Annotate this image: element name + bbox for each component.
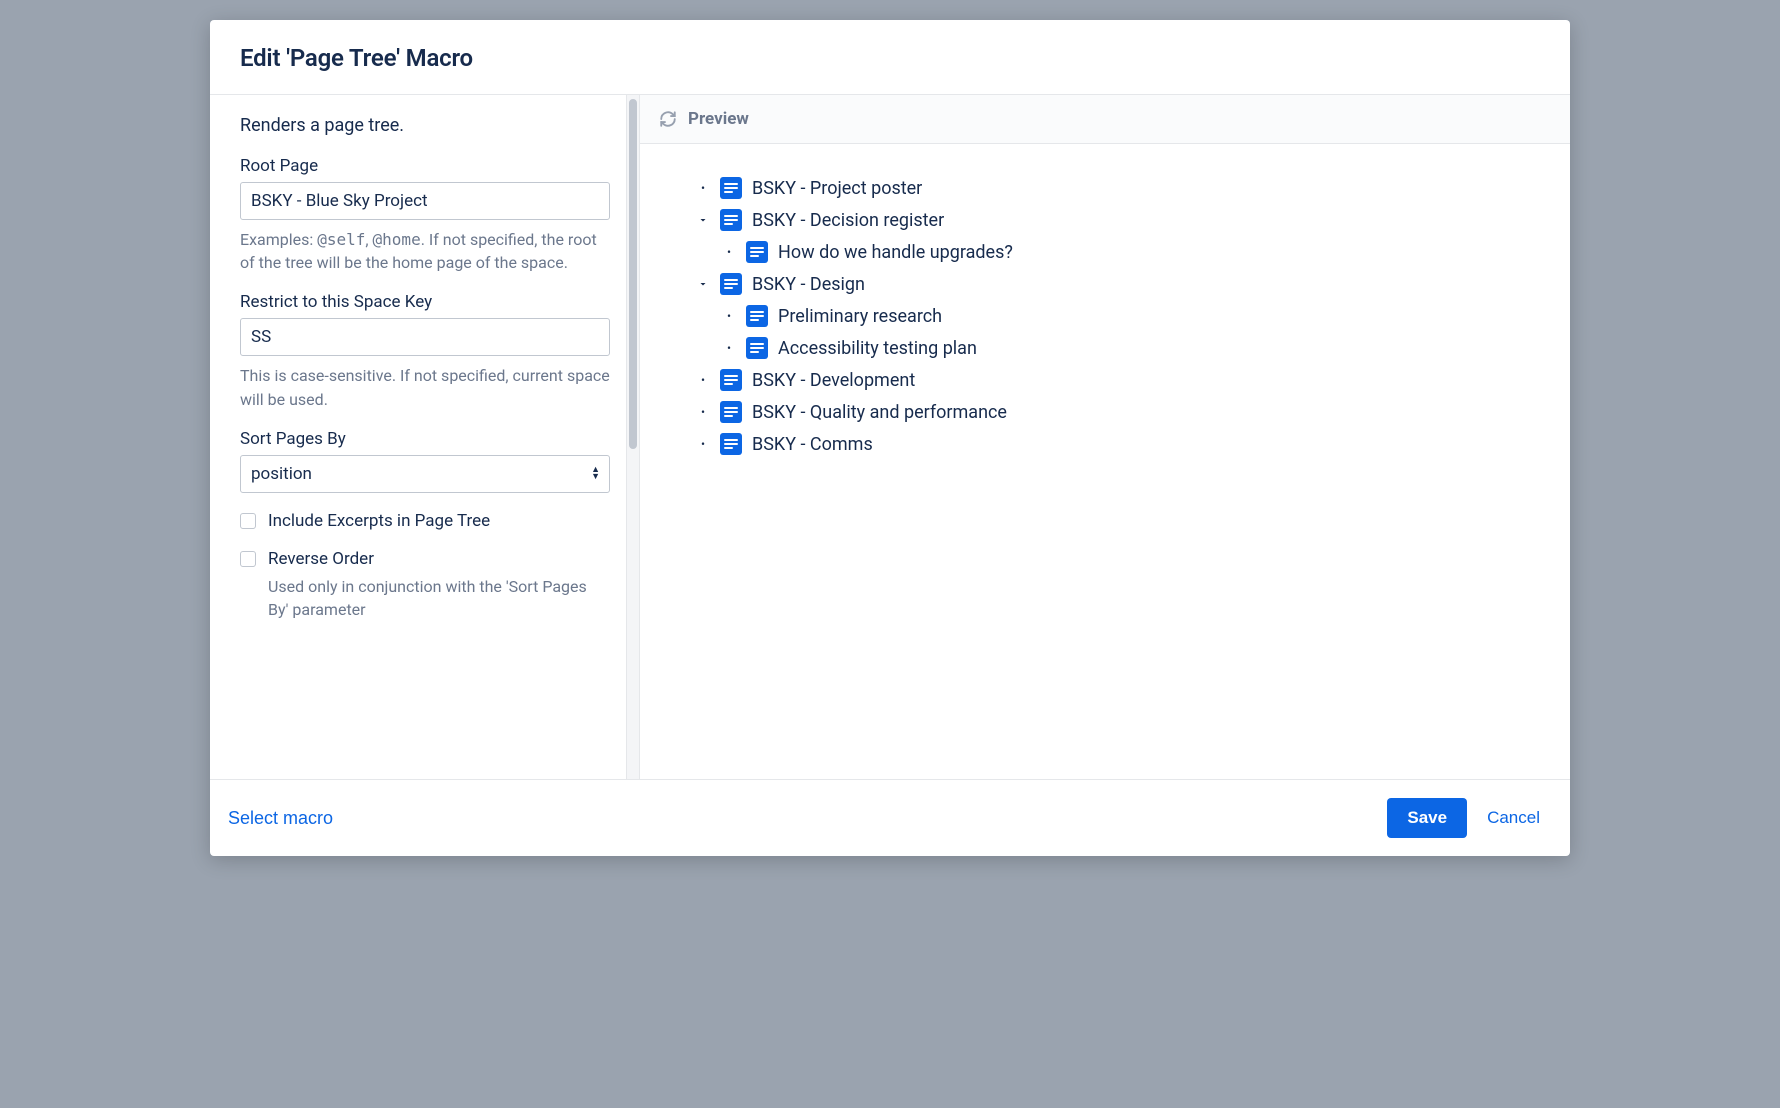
root-page-group: Root Page Examples: @self, @home. If not… bbox=[240, 156, 610, 274]
page-icon bbox=[720, 273, 742, 295]
page-icon bbox=[720, 177, 742, 199]
preview-header: Preview bbox=[640, 95, 1570, 144]
tree-item: • BSKY - Development bbox=[696, 364, 1514, 396]
modal-body: Renders a page tree. Root Page Examples:… bbox=[210, 95, 1570, 779]
tree-link[interactable]: BSKY - Project poster bbox=[752, 178, 922, 199]
tree-item-expandable: BSKY - Design • Preliminary research • bbox=[696, 268, 1514, 364]
include-excerpts-group: Include Excerpts in Page Tree bbox=[240, 511, 610, 531]
reverse-order-label: Reverse Order bbox=[268, 549, 374, 569]
tree-item-expandable: BSKY - Decision register • How do we han… bbox=[696, 204, 1514, 268]
preview-panel: Preview • BSKY - Project poster bbox=[640, 95, 1570, 779]
page-icon bbox=[720, 433, 742, 455]
config-scrollbar[interactable] bbox=[626, 95, 640, 779]
bullet-icon: • bbox=[722, 245, 736, 259]
bullet-icon: • bbox=[722, 341, 736, 355]
tree-link[interactable]: BSKY - Quality and performance bbox=[752, 402, 1007, 423]
tree-item: • Accessibility testing plan bbox=[722, 332, 1514, 364]
page-icon bbox=[746, 241, 768, 263]
reverse-order-checkbox[interactable] bbox=[240, 551, 256, 567]
page-icon bbox=[746, 337, 768, 359]
bullet-icon: • bbox=[722, 309, 736, 323]
config-scrollbar-thumb[interactable] bbox=[629, 99, 637, 449]
cancel-button[interactable]: Cancel bbox=[1487, 808, 1540, 828]
reverse-order-group: Reverse Order Used only in conjunction w… bbox=[240, 549, 610, 621]
tree-item: • Preliminary research bbox=[722, 300, 1514, 332]
chevron-down-icon[interactable] bbox=[696, 278, 710, 290]
page-icon bbox=[720, 401, 742, 423]
modal-footer: Select macro Save Cancel bbox=[210, 779, 1570, 856]
tree-item: • How do we handle upgrades? bbox=[722, 236, 1514, 268]
bullet-icon: • bbox=[696, 181, 710, 195]
page-tree: • BSKY - Project poster BSKY - Decision … bbox=[696, 172, 1514, 460]
tree-link[interactable]: How do we handle upgrades? bbox=[778, 242, 1013, 263]
root-page-input[interactable] bbox=[240, 182, 610, 220]
select-macro-link[interactable]: Select macro bbox=[228, 808, 333, 829]
tree-link[interactable]: Preliminary research bbox=[778, 306, 942, 327]
config-panel: Renders a page tree. Root Page Examples:… bbox=[210, 95, 640, 659]
config-scroll-area: Renders a page tree. Root Page Examples:… bbox=[210, 95, 640, 779]
save-button[interactable]: Save bbox=[1387, 798, 1467, 838]
tree-link[interactable]: BSKY - Development bbox=[752, 370, 915, 391]
modal-title: Edit 'Page Tree' Macro bbox=[240, 44, 1540, 72]
tree-item: • BSKY - Quality and performance bbox=[696, 396, 1514, 428]
bullet-icon: • bbox=[696, 437, 710, 451]
page-icon bbox=[746, 305, 768, 327]
page-icon bbox=[720, 369, 742, 391]
space-key-label: Restrict to this Space Key bbox=[240, 292, 610, 312]
sort-group: Sort Pages By position ▲▼ bbox=[240, 429, 610, 493]
sort-label: Sort Pages By bbox=[240, 429, 610, 449]
tree-link[interactable]: BSKY - Decision register bbox=[752, 210, 944, 231]
reverse-order-help: Used only in conjunction with the 'Sort … bbox=[268, 575, 610, 621]
preview-body: • BSKY - Project poster BSKY - Decision … bbox=[640, 144, 1570, 779]
include-excerpts-checkbox[interactable] bbox=[240, 513, 256, 529]
page-icon bbox=[720, 209, 742, 231]
sort-select[interactable]: position bbox=[240, 455, 610, 493]
space-key-input[interactable] bbox=[240, 318, 610, 356]
bullet-icon: • bbox=[696, 373, 710, 387]
preview-title: Preview bbox=[688, 109, 749, 129]
space-key-help: This is case-sensitive. If not specified… bbox=[240, 364, 610, 410]
include-excerpts-label: Include Excerpts in Page Tree bbox=[268, 511, 490, 531]
root-page-help: Examples: @self, @home. If not specified… bbox=[240, 228, 610, 274]
root-page-label: Root Page bbox=[240, 156, 610, 176]
tree-link[interactable]: BSKY - Comms bbox=[752, 434, 873, 455]
macro-description: Renders a page tree. bbox=[240, 115, 610, 136]
tree-item: • BSKY - Project poster bbox=[696, 172, 1514, 204]
chevron-down-icon[interactable] bbox=[696, 214, 710, 226]
bullet-icon: • bbox=[696, 405, 710, 419]
space-key-group: Restrict to this Space Key This is case-… bbox=[240, 292, 610, 410]
macro-editor-modal: Edit 'Page Tree' Macro Renders a page tr… bbox=[210, 20, 1570, 856]
tree-link[interactable]: Accessibility testing plan bbox=[778, 338, 977, 359]
modal-header: Edit 'Page Tree' Macro bbox=[210, 20, 1570, 95]
tree-link[interactable]: BSKY - Design bbox=[752, 274, 865, 295]
tree-item: • BSKY - Comms bbox=[696, 428, 1514, 460]
refresh-icon[interactable] bbox=[658, 109, 678, 129]
